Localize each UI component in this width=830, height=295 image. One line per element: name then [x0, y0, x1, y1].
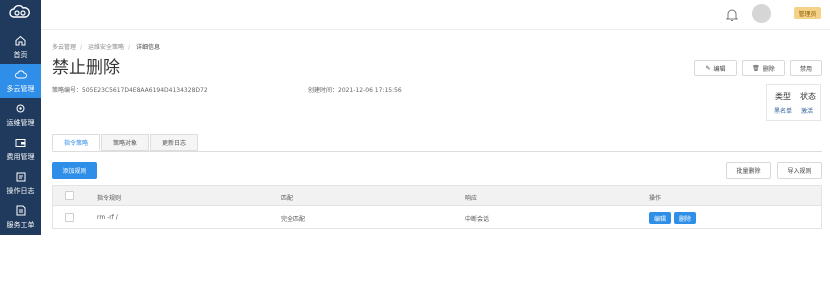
created-time-label: 创建时间：	[308, 87, 339, 94]
sidebar-item-label: 多云管理	[6, 84, 35, 93]
ticket-icon	[15, 205, 27, 217]
rules-table: 指令规则 匹配 响应 操作 rm -rf / 完全匹配 中断会话 编辑 删除	[52, 185, 822, 229]
status-value: 激活	[801, 108, 814, 115]
sidebar-item-oplog[interactable]: 操作日志	[0, 166, 41, 200]
tab-command-policy[interactable]: 指令策略	[52, 134, 100, 151]
sidebar-item-label: 首页	[13, 50, 28, 59]
page-title: 禁止删除	[52, 58, 120, 78]
column-header: 操作	[649, 195, 662, 202]
sidebar-item-label: 服务工单	[6, 220, 35, 229]
sidebar-item-label: 费用管理	[6, 152, 35, 161]
breadcrumb-current: 详细信息	[135, 44, 160, 51]
created-time-value: 2021-12-06 17:15:56	[338, 87, 402, 94]
policy-id: 策略编号：505E23C5617D4E8AA6194D4134328D72	[52, 85, 208, 94]
column-header: 响应	[465, 195, 478, 202]
sidebar-item-ops[interactable]: 运维管理	[0, 98, 41, 132]
tab-divider	[52, 151, 822, 152]
avatar[interactable]	[752, 4, 771, 23]
breadcrumb-item[interactable]: 多云管理	[52, 44, 76, 51]
edit-button-label: 编辑	[713, 65, 726, 73]
breadcrumb-item[interactable]: 运维安全策略	[88, 44, 124, 51]
policy-id-label: 策略编号：	[52, 87, 83, 94]
row-delete-button[interactable]: 删除	[674, 212, 696, 224]
log-icon	[15, 171, 27, 183]
breadcrumb-separator: /	[80, 44, 83, 51]
tab-update-log[interactable]: 更新日志	[150, 134, 198, 151]
tab-policy-objects[interactable]: 策略对象	[101, 134, 149, 151]
bell-icon[interactable]	[725, 7, 739, 21]
type-label: 类型	[775, 92, 791, 101]
sidebar-item-label: 操作日志	[6, 186, 35, 195]
policy-id-value: 505E23C5617D4E8AA6194D4134328D72	[82, 87, 208, 94]
sidebar: 首页 多云管理 运维管理 费用管理 操作日志 服务工单	[0, 0, 41, 235]
top-bar	[41, 0, 830, 30]
row-edit-button[interactable]: 编辑	[649, 212, 671, 224]
pencil-icon: ✎	[705, 64, 711, 72]
role-badge[interactable]: 管理员	[794, 7, 821, 19]
table-header: 指令规则 匹配 响应 操作	[53, 186, 821, 206]
wallet-icon	[15, 137, 27, 149]
import-rules-button[interactable]: 导入规则	[777, 162, 822, 179]
status-box: 类型 状态 黑名单 激活	[766, 84, 821, 121]
sidebar-item-home[interactable]: 首页	[0, 30, 41, 64]
row-checkbox[interactable]	[65, 213, 74, 222]
rule-cell: rm -rf /	[97, 214, 118, 221]
sidebar-item-billing[interactable]: 费用管理	[0, 132, 41, 166]
cloud-logo-icon[interactable]	[5, 2, 35, 22]
breadcrumb: 多云管理 / 运维安全策略 / 详细信息	[52, 42, 164, 51]
created-time: 创建时间：2021-12-06 17:15:56	[308, 85, 402, 94]
sidebar-item-tickets[interactable]: 服务工单	[0, 200, 41, 234]
delete-button[interactable]: 🗑 删除	[742, 60, 785, 76]
select-all-checkbox[interactable]	[65, 191, 74, 200]
sidebar-item-multicloud[interactable]: 多云管理	[0, 64, 41, 98]
home-icon	[15, 35, 27, 47]
trash-icon: 🗑	[752, 64, 760, 72]
type-value: 黑名单	[774, 108, 793, 115]
disable-button[interactable]: 禁用	[790, 60, 822, 76]
cloud-icon	[14, 69, 27, 81]
batch-delete-button[interactable]: 批量删除	[726, 162, 771, 179]
match-cell: 完全匹配	[281, 216, 306, 223]
sidebar-item-label: 运维管理	[6, 118, 35, 127]
edit-button[interactable]: ✎ 编辑	[694, 60, 737, 76]
breadcrumb-separator: /	[127, 44, 131, 51]
delete-button-label: 删除	[762, 65, 775, 73]
add-rule-button[interactable]: 添加规则	[52, 162, 97, 179]
status-label: 状态	[800, 92, 816, 101]
response-cell: 中断会话	[465, 216, 490, 223]
column-header: 匹配	[281, 195, 294, 202]
ops-icon	[15, 103, 27, 115]
column-header: 指令规则	[97, 195, 122, 202]
